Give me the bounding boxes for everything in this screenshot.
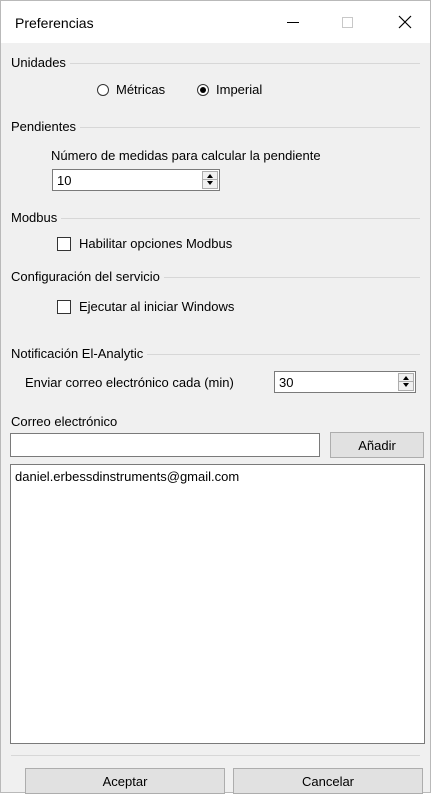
service-legend: Configuración del servicio [11, 269, 164, 284]
arrow-down-icon[interactable] [207, 181, 213, 185]
list-item[interactable]: daniel.erbessdinstruments@gmail.com [15, 469, 239, 484]
arrow-up-icon[interactable] [403, 376, 409, 380]
slopes-legend: Pendientes [11, 119, 81, 134]
footer-divider [11, 755, 420, 756]
modbus-checkbox-label: Habilitar opciones Modbus [79, 236, 233, 251]
maximize-button [327, 7, 367, 37]
slopes-value: 10 [57, 173, 72, 188]
email-listbox[interactable]: daniel.erbessdinstruments@gmail.com [10, 464, 425, 744]
slopes-group: Pendientes Número de medidas para calcul… [11, 119, 420, 201]
modbus-checkbox-box[interactable] [57, 236, 71, 251]
service-checkbox-box[interactable] [57, 299, 71, 314]
units-legend: Unidades [11, 55, 70, 70]
service-checkbox[interactable]: Ejecutar al iniciar Windows [57, 299, 234, 314]
interval-label: Enviar correo electrónico cada (min) [25, 375, 234, 390]
radio-metric[interactable]: Métricas [97, 82, 165, 97]
close-button[interactable] [385, 7, 425, 37]
radio-metric-circle[interactable] [97, 83, 109, 96]
radio-imperial-circle[interactable] [197, 83, 209, 96]
modbus-group: Modbus Habilitar opciones Modbus [11, 210, 420, 260]
cancel-button-label: Cancelar [301, 773, 355, 789]
units-group: Unidades Métricas Imperial [11, 55, 420, 105]
preferences-window: Preferencias Unidades Métricas Imperial … [0, 0, 431, 794]
accept-button-label: Aceptar [102, 773, 148, 789]
email-label: Correo electrónico [11, 414, 118, 429]
radio-selected-dot [200, 86, 206, 93]
radio-imperial[interactable]: Imperial [197, 82, 262, 97]
maximize-icon [341, 16, 353, 28]
minimize-button[interactable] [273, 7, 313, 37]
accept-button[interactable]: Aceptar [25, 768, 225, 794]
add-button-label: Añadir [358, 437, 396, 453]
service-group: Configuración del servicio Ejecutar al i… [11, 269, 420, 325]
slopes-stepper[interactable]: 10 [52, 169, 220, 191]
modbus-checkbox[interactable]: Habilitar opciones Modbus [57, 236, 232, 251]
slopes-spin-arrows[interactable] [202, 171, 218, 189]
close-icon [398, 15, 412, 29]
title-bar[interactable]: Preferencias [1, 1, 430, 43]
interval-spin-arrows[interactable] [398, 373, 414, 391]
cancel-button[interactable]: Cancelar [233, 768, 423, 794]
notification-group: Notificación El-Analytic [11, 346, 420, 366]
arrow-down-icon[interactable] [403, 383, 409, 387]
radio-metric-label: Métricas [116, 82, 166, 97]
interval-stepper[interactable]: 30 [274, 371, 416, 393]
radio-imperial-label: Imperial [216, 82, 263, 97]
service-checkbox-label: Ejecutar al iniciar Windows [79, 299, 235, 314]
interval-value: 30 [279, 375, 294, 390]
window-title: Preferencias [15, 15, 94, 31]
modbus-legend: Modbus [11, 210, 62, 225]
notification-legend: Notificación El-Analytic [11, 346, 148, 361]
minimize-icon [287, 21, 299, 23]
add-button[interactable]: Añadir [330, 432, 424, 458]
email-input[interactable] [10, 433, 320, 457]
arrow-up-icon[interactable] [207, 174, 213, 178]
slopes-label: Número de medidas para calcular la pendi… [51, 148, 321, 163]
